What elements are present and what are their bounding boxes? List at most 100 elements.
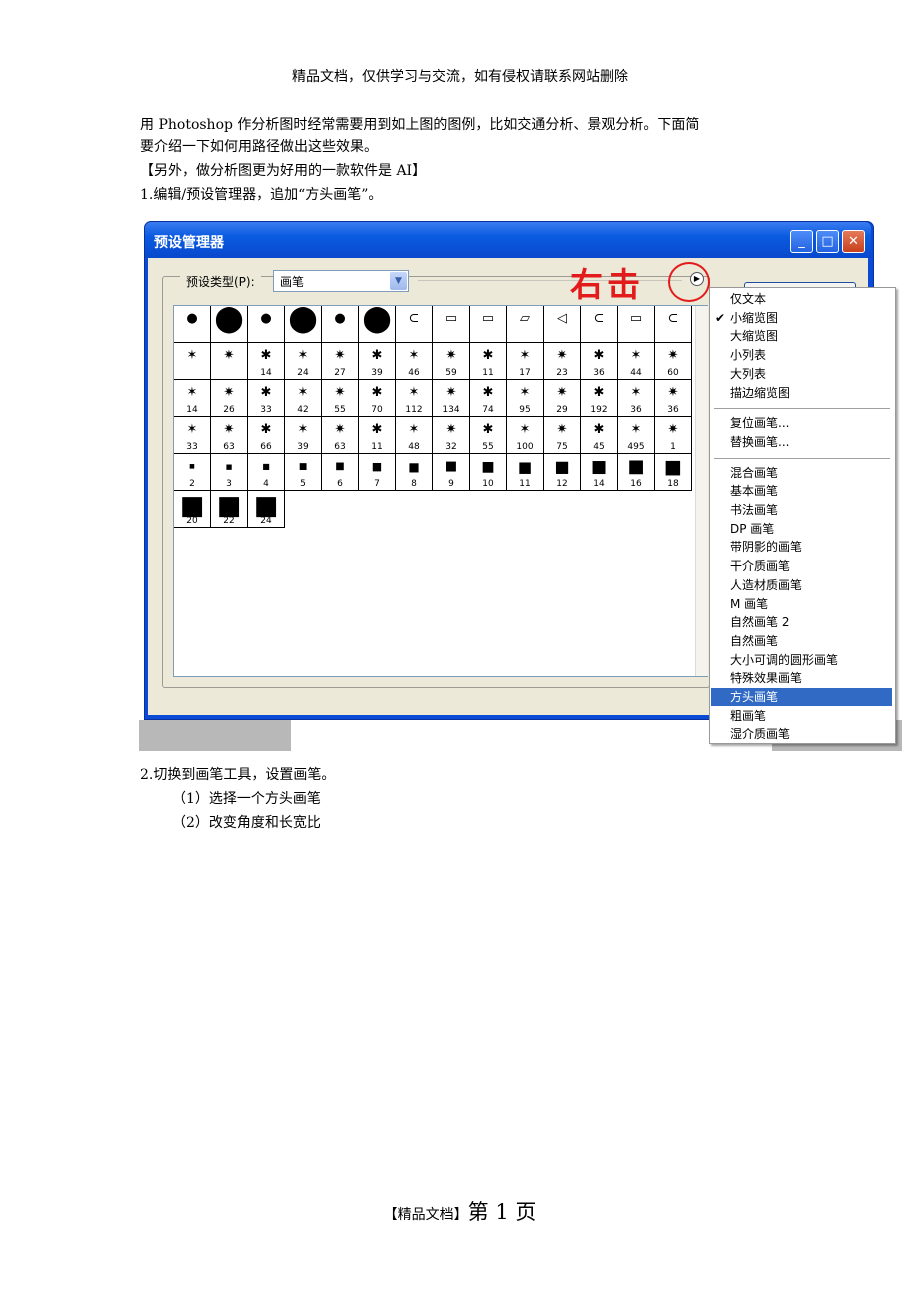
menu-item[interactable]: 大列表 xyxy=(711,365,892,383)
brush-cell[interactable]: ✷ 26 xyxy=(211,380,248,417)
brush-cell[interactable]: ✷ 134 xyxy=(433,380,470,417)
brush-cell[interactable]: ✷ 63 xyxy=(211,417,248,454)
brush-cell[interactable]: ⬤ xyxy=(211,306,248,343)
brush-cell[interactable]: ✶ 14 xyxy=(174,380,211,417)
brush-cell[interactable]: ✱ 11 xyxy=(359,417,396,454)
menu-item[interactable]: 人造材质画笔 xyxy=(711,576,892,594)
brush-cell[interactable]: ✱ 55 xyxy=(470,417,507,454)
brush-cell[interactable]: ✷ 27 xyxy=(322,343,359,380)
brush-cell[interactable]: ✷ 63 xyxy=(322,417,359,454)
brush-cell[interactable]: ✶ xyxy=(174,343,211,380)
menu-item[interactable]: 粗画笔 xyxy=(711,707,892,725)
brush-cell[interactable]: ■ 22 xyxy=(211,491,248,528)
menu-item[interactable]: 方头画笔 xyxy=(711,688,892,706)
brush-cell[interactable]: ■ 4 xyxy=(248,454,285,491)
brush-cell[interactable]: ✶ 46 xyxy=(396,343,433,380)
menu-item[interactable]: DP 画笔 xyxy=(711,520,892,538)
brush-cell[interactable]: ✷ 29 xyxy=(544,380,581,417)
menu-item[interactable]: 特殊效果画笔 xyxy=(711,669,892,687)
brush-cell[interactable]: ✷ 55 xyxy=(322,380,359,417)
menu-item[interactable]: 书法画笔 xyxy=(711,501,892,519)
brush-cell[interactable]: ✷ xyxy=(211,343,248,380)
menu-item[interactable]: 湿介质画笔 xyxy=(711,725,892,743)
brush-cell[interactable]: ■ 9 xyxy=(433,454,470,491)
brush-cell[interactable]: ⬤ xyxy=(359,306,396,343)
brush-cell[interactable]: ✱ 36 xyxy=(581,343,618,380)
brush-cell[interactable]: ■ 10 xyxy=(470,454,507,491)
brush-cell[interactable]: ■ 14 xyxy=(581,454,618,491)
brush-cell[interactable]: ✱ 14 xyxy=(248,343,285,380)
menu-arrow-icon[interactable]: ▶ xyxy=(690,272,704,286)
brush-cell[interactable]: ⬤ xyxy=(285,306,322,343)
brush-cell[interactable]: ✶ 100 xyxy=(507,417,544,454)
brush-cell[interactable]: ■ 16 xyxy=(618,454,655,491)
brush-cell[interactable]: ● xyxy=(174,306,211,343)
brush-cell[interactable]: ✱ 192 xyxy=(581,380,618,417)
brush-cell[interactable]: ✱ 70 xyxy=(359,380,396,417)
brush-cell[interactable]: ■ 3 xyxy=(211,454,248,491)
brush-cell[interactable]: ◁ xyxy=(544,306,581,343)
menu-item[interactable]: 描边缩览图 xyxy=(711,384,892,402)
brush-cell[interactable]: ■ 6 xyxy=(322,454,359,491)
brush-cell[interactable]: ✶ 112 xyxy=(396,380,433,417)
brush-cell[interactable]: ✶ 48 xyxy=(396,417,433,454)
brush-cell[interactable]: ✷ 75 xyxy=(544,417,581,454)
brush-cell[interactable]: ✶ 24 xyxy=(285,343,322,380)
brush-cell[interactable]: ✷ 1 xyxy=(655,417,692,454)
brush-cell[interactable]: ● xyxy=(248,306,285,343)
close-button[interactable]: ✕ xyxy=(842,230,865,253)
brush-cell[interactable]: ✱ 39 xyxy=(359,343,396,380)
brush-cell[interactable]: ✶ 36 xyxy=(618,380,655,417)
brush-cell[interactable]: ✷ 32 xyxy=(433,417,470,454)
preset-type-select[interactable]: 画笔 ▼ xyxy=(273,270,409,292)
brush-cell[interactable]: ✶ 95 xyxy=(507,380,544,417)
brush-cell[interactable]: ■ 24 xyxy=(248,491,285,528)
menu-item[interactable]: 替换画笔... xyxy=(711,433,892,451)
menu-item[interactable]: ✔ 小缩览图 xyxy=(711,309,892,327)
maximize-button[interactable]: □ xyxy=(816,230,839,253)
brush-cell[interactable]: ✶ 495 xyxy=(618,417,655,454)
brush-cell[interactable]: ✱ 11 xyxy=(470,343,507,380)
menu-item[interactable]: 基本画笔 xyxy=(711,482,892,500)
brush-cell[interactable]: ▭ xyxy=(433,306,470,343)
brush-cell[interactable]: ⊂ xyxy=(581,306,618,343)
grid-scrollbar[interactable] xyxy=(695,306,708,676)
menu-item[interactable]: M 画笔 xyxy=(711,595,892,613)
brush-cell[interactable]: ✷ 36 xyxy=(655,380,692,417)
menu-item[interactable]: 自然画笔 2 xyxy=(711,613,892,631)
brush-cell[interactable]: ▱ xyxy=(507,306,544,343)
menu-item[interactable]: 复位画笔... xyxy=(711,414,892,432)
brush-cell[interactable]: ■ 8 xyxy=(396,454,433,491)
brush-cell[interactable]: ■ 7 xyxy=(359,454,396,491)
brush-cell[interactable]: ▭ xyxy=(618,306,655,343)
menu-item[interactable]: 干介质画笔 xyxy=(711,557,892,575)
minimize-button[interactable]: _ xyxy=(790,230,813,253)
brush-cell[interactable]: ■ 2 xyxy=(174,454,211,491)
menu-item[interactable]: 大小可调的圆形画笔 xyxy=(711,651,892,669)
brush-cell[interactable]: ✶ 42 xyxy=(285,380,322,417)
brush-cell[interactable]: ✷ 59 xyxy=(433,343,470,380)
brush-cell[interactable]: ✱ 45 xyxy=(581,417,618,454)
menu-item[interactable]: 混合画笔 xyxy=(711,464,892,482)
menu-item[interactable]: 自然画笔 xyxy=(711,632,892,650)
brush-cell[interactable]: ✶ 17 xyxy=(507,343,544,380)
menu-item[interactable]: 带阴影的画笔 xyxy=(711,538,892,556)
brush-cell[interactable]: ✱ 74 xyxy=(470,380,507,417)
menu-item[interactable]: 仅文本 xyxy=(711,290,892,308)
brush-cell[interactable]: ■ 20 xyxy=(174,491,211,528)
brush-cell[interactable]: ✶ 39 xyxy=(285,417,322,454)
brush-cell[interactable]: ✶ 44 xyxy=(618,343,655,380)
brush-cell[interactable]: ✱ 33 xyxy=(248,380,285,417)
brush-cell[interactable]: ■ 12 xyxy=(544,454,581,491)
brush-cell[interactable]: ■ 5 xyxy=(285,454,322,491)
brush-cell[interactable]: ✷ 60 xyxy=(655,343,692,380)
chevron-down-icon[interactable]: ▼ xyxy=(390,272,407,290)
brush-cell[interactable]: ⊂ xyxy=(396,306,433,343)
brush-cell[interactable]: ✷ 23 xyxy=(544,343,581,380)
brush-cell[interactable]: ⊂ xyxy=(655,306,692,343)
brush-cell[interactable]: ✱ 66 xyxy=(248,417,285,454)
brush-cell[interactable]: ▭ xyxy=(470,306,507,343)
menu-item[interactable]: 小列表 xyxy=(711,346,892,364)
menu-item[interactable]: 大缩览图 xyxy=(711,327,892,345)
brush-cell[interactable]: ■ 18 xyxy=(655,454,692,491)
